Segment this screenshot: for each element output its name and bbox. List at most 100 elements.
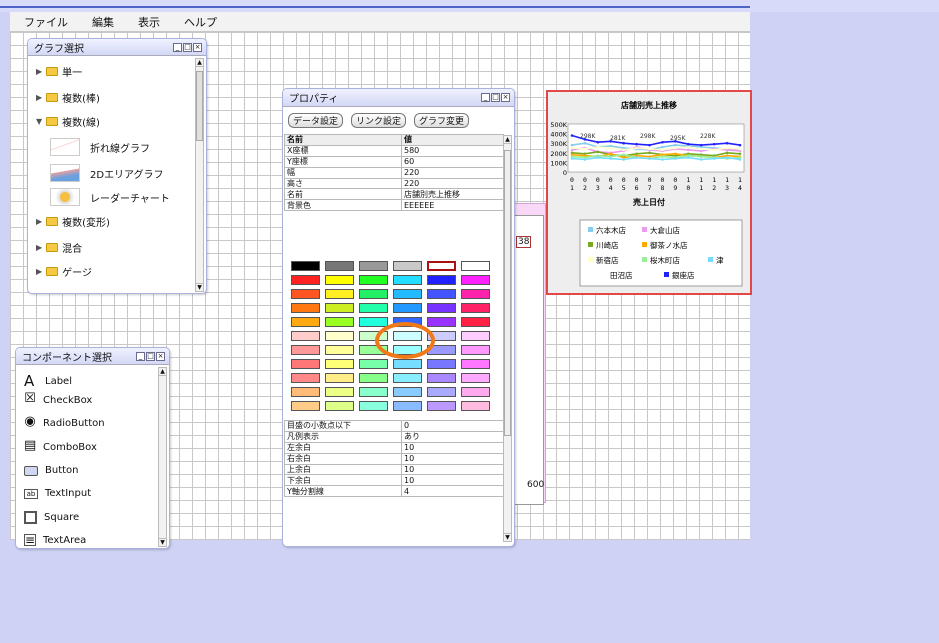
color-swatch[interactable] [393, 261, 422, 271]
scroll-up-icon[interactable]: ▲ [504, 136, 511, 144]
property-row[interactable]: 右余白 10 [284, 452, 504, 465]
color-swatch[interactable] [427, 303, 456, 313]
scroll-down-icon[interactable]: ▼ [196, 283, 203, 291]
color-swatch[interactable] [461, 289, 490, 299]
color-swatch[interactable] [427, 401, 456, 411]
menu-help[interactable]: ヘルプ [184, 14, 217, 30]
color-swatch[interactable] [291, 317, 320, 327]
color-swatch[interactable] [325, 289, 354, 299]
property-value[interactable]: あり [401, 430, 504, 443]
property-value[interactable]: 220 [401, 177, 504, 190]
maximize-icon[interactable]: □ [491, 93, 500, 102]
color-swatch[interactable] [427, 317, 456, 327]
color-swatch[interactable] [291, 261, 320, 271]
color-swatch[interactable] [393, 387, 422, 397]
property-value[interactable]: 580 [401, 144, 504, 157]
color-swatch[interactable] [325, 359, 354, 369]
color-swatch[interactable] [291, 289, 320, 299]
color-swatch[interactable] [461, 303, 490, 313]
color-swatch[interactable] [393, 275, 422, 285]
property-row[interactable]: 凡例表示 あり [284, 430, 504, 443]
property-value[interactable]: 10 [401, 474, 504, 487]
color-swatch[interactable] [291, 359, 320, 369]
color-swatch[interactable] [291, 331, 320, 341]
color-swatch[interactable] [393, 373, 422, 383]
property-row[interactable]: X座標 580 [284, 144, 504, 157]
scroll-up-icon[interactable]: ▲ [196, 59, 203, 67]
property-row[interactable]: 左余白 10 [284, 441, 504, 454]
color-swatch[interactable] [393, 289, 422, 299]
color-swatch[interactable] [325, 303, 354, 313]
property-row[interactable]: Y座標 60 [284, 155, 504, 168]
color-swatch[interactable] [461, 331, 490, 341]
color-swatch[interactable] [291, 275, 320, 285]
color-swatch[interactable] [359, 261, 388, 271]
expand-arrow-icon[interactable]: ▶ [36, 243, 42, 252]
color-swatch[interactable] [325, 345, 354, 355]
component-combobox[interactable]: ▤ ComboBox [24, 439, 97, 453]
property-value[interactable]: 4 [401, 485, 504, 498]
tree-item-multi-variant[interactable]: ▶ 複数(変形) [36, 214, 110, 229]
property-row[interactable]: 上余白 10 [284, 463, 504, 476]
color-swatch[interactable] [427, 387, 456, 397]
scroll-down-icon[interactable]: ▼ [159, 538, 166, 546]
color-swatch[interactable] [393, 401, 422, 411]
property-value[interactable]: 10 [401, 441, 504, 454]
color-swatch[interactable] [461, 373, 490, 383]
minimize-icon[interactable]: _ [481, 93, 490, 102]
change-graph-button[interactable]: グラフ変更 [414, 113, 470, 128]
component-radiobutton[interactable]: ◉ RadioButton [24, 415, 104, 429]
component-label[interactable]: A Label [24, 372, 72, 390]
color-swatch[interactable] [393, 359, 422, 369]
close-icon[interactable]: × [193, 42, 202, 52]
close-icon[interactable]: × [501, 93, 510, 102]
color-swatch[interactable] [291, 303, 320, 313]
color-swatch[interactable] [461, 317, 490, 327]
color-swatch[interactable] [427, 359, 456, 369]
color-swatch[interactable] [461, 261, 490, 271]
property-value[interactable]: 10 [401, 463, 504, 476]
color-swatch[interactable] [325, 401, 354, 411]
color-swatch[interactable] [393, 303, 422, 313]
menu-file[interactable]: ファイル [24, 14, 68, 30]
property-row[interactable]: 目盛の小数点以下 0 [284, 420, 504, 432]
property-row[interactable]: 幅 220 [284, 166, 504, 179]
color-swatch[interactable] [325, 331, 354, 341]
color-swatch[interactable] [359, 373, 388, 383]
color-swatch[interactable] [291, 401, 320, 411]
link-settings-button[interactable]: リンク設定 [351, 113, 407, 128]
collapse-arrow-icon[interactable]: ▼ [36, 117, 42, 126]
maximize-icon[interactable]: □ [146, 351, 155, 361]
color-swatch[interactable] [291, 345, 320, 355]
component-square[interactable]: Square [24, 511, 79, 524]
color-swatch[interactable] [427, 261, 456, 271]
expand-arrow-icon[interactable]: ▶ [36, 93, 42, 102]
color-swatch[interactable] [325, 261, 354, 271]
color-swatch[interactable] [325, 275, 354, 285]
component-select-scrollbar[interactable]: ▲ ▼ [158, 367, 167, 547]
property-value[interactable]: 60 [401, 155, 504, 168]
expand-arrow-icon[interactable]: ▶ [36, 217, 42, 226]
component-select-title-bar[interactable]: コンポーネント選択 _ □ × [16, 348, 169, 365]
property-row[interactable]: Y軸分割線 4 [284, 485, 504, 498]
expand-arrow-icon[interactable]: ▶ [36, 67, 42, 76]
scroll-up-icon[interactable]: ▲ [159, 368, 166, 376]
scroll-thumb[interactable] [196, 71, 203, 141]
property-value[interactable]: 10 [401, 452, 504, 465]
chart-widget[interactable]: 店舗別売上推移 500K 400K 300K 200K 100K 0 298K 281K 298K… [546, 90, 752, 295]
color-swatch[interactable] [461, 359, 490, 369]
minimize-icon[interactable]: _ [173, 42, 182, 52]
property-row[interactable]: 高さ 220 [284, 177, 504, 190]
maximize-icon[interactable]: □ [183, 42, 192, 52]
color-swatch[interactable] [427, 373, 456, 383]
tree-item-multi-line[interactable]: ▼ 複数(線) [36, 114, 100, 129]
color-swatch[interactable] [291, 373, 320, 383]
menu-edit[interactable]: 編集 [92, 14, 114, 30]
color-swatch[interactable] [359, 303, 388, 313]
color-swatch[interactable] [359, 289, 388, 299]
color-swatch[interactable] [461, 401, 490, 411]
property-title-bar[interactable]: プロパティ _ □ × [283, 89, 514, 107]
color-swatch[interactable] [359, 401, 388, 411]
property-row[interactable]: 下余白 10 [284, 474, 504, 487]
graph-select-scrollbar[interactable]: ▲ ▼ [195, 58, 204, 292]
